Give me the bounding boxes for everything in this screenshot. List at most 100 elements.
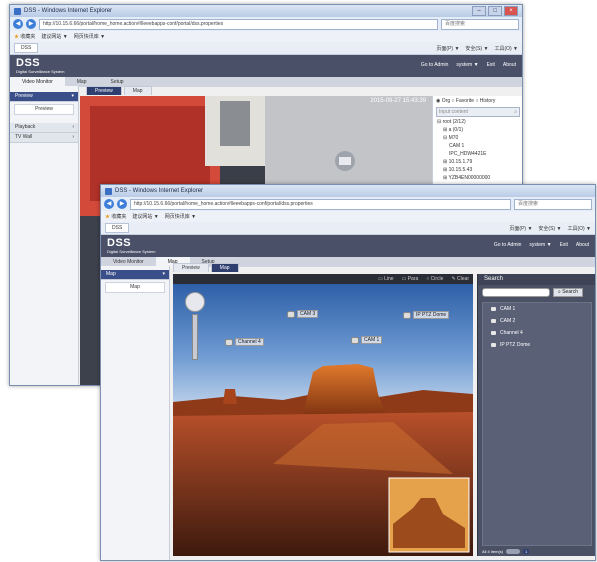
tree-row[interactable]: ⊟ root (2/12) <box>433 118 522 126</box>
front-titlebar: DSS - Windows Internet Explorer <box>101 185 595 197</box>
back-address-bar: ◀ ▶ http://10.15.6.66/portal/home_home.a… <box>10 17 522 31</box>
map-panel[interactable]: ▭ Line ▭ Para ○ Circle ✎ Clear CAM 3 IP … <box>173 274 473 556</box>
map-image <box>173 284 473 556</box>
star-icon: ★ <box>14 34 20 40</box>
back-left-pane: Preview ▾ Preview Playback › TV Wall › <box>10 86 79 385</box>
back-nav-icon[interactable]: ◀ <box>104 199 114 209</box>
tree-row[interactable]: ⊟ M70 <box>433 134 522 142</box>
chevron-right-icon: › <box>72 124 74 130</box>
favorites-button[interactable]: ★ 收藏夹 <box>105 213 126 220</box>
back-url-field[interactable]: http://10.15.6.66/portal/home_home.actio… <box>39 18 438 30</box>
safety-menu[interactable]: 安全(S) ▼ <box>538 225 561 232</box>
list-item[interactable]: CAM 2 <box>483 315 591 327</box>
subtab-preview[interactable]: Preview <box>86 86 122 95</box>
group-playback[interactable]: Playback › <box>10 123 78 133</box>
map-marker-ip-ptz-dome[interactable]: IP PTZ Dome <box>403 311 450 319</box>
go-to-admin-link[interactable]: Go to Admin <box>494 242 522 248</box>
tools-menu[interactable]: 工具(O) ▼ <box>494 45 518 52</box>
tools-menu[interactable]: 工具(O) ▼ <box>567 225 591 232</box>
front-url-field[interactable]: http://10.15.6.66/portal/home_home.actio… <box>130 198 511 210</box>
dss-subtitle: Digital Surveillance System <box>16 69 65 74</box>
safety-menu[interactable]: 安全(S) ▼ <box>465 45 488 52</box>
go-to-admin-link[interactable]: Go to Admin <box>421 62 449 68</box>
suggested-sites-button[interactable]: 建议网站 ▼ <box>132 213 158 220</box>
list-item[interactable]: Channel 4 <box>483 327 591 339</box>
back-window-title: DSS - Windows Internet Explorer <box>24 8 113 14</box>
map-marker-cam-1[interactable]: CAM 1 <box>351 336 383 344</box>
line-tool[interactable]: ▭ Line <box>378 276 394 282</box>
tree-row[interactable]: ⊞ 10.15.1.79 <box>433 158 522 166</box>
radio-favorite[interactable]: ○ Favorite <box>452 98 474 104</box>
back-favorites-bar: ★ 收藏夹 建议网站 ▼ 网页快讯库 ▼ <box>10 31 522 42</box>
dss-logo: DSS <box>107 237 132 249</box>
tree-search-input[interactable]: Input content ⌕ <box>436 107 520 117</box>
tree-row[interactable]: IPC_HDW4421E <box>433 150 522 158</box>
web-slice-button[interactable]: 网页快讯库 ▼ <box>165 213 196 220</box>
web-slice-button[interactable]: 网页快讯库 ▼ <box>74 33 105 40</box>
about-link[interactable]: About <box>503 62 516 68</box>
pager-prev[interactable] <box>506 549 521 554</box>
back-tab-dss[interactable]: DSS <box>14 43 39 53</box>
front-search-field[interactable]: 百度搜索 <box>514 198 592 210</box>
circle-tool[interactable]: ○ Circle <box>426 276 443 282</box>
pan-control[interactable] <box>185 292 205 312</box>
radio-org[interactable]: ◉ Org <box>436 98 450 104</box>
tree-row[interactable]: ⊞ a (0/1) <box>433 126 522 134</box>
search-panel: Search ⌕ Search CAM 1 CAM 2 Channel 4 IP… <box>477 274 595 556</box>
list-item[interactable]: CAM 1 <box>483 303 591 315</box>
system-menu[interactable]: system ▼ <box>456 62 478 68</box>
back-search-field[interactable]: 百度搜索 <box>441 18 519 30</box>
suggested-sites-button[interactable]: 建议网站 ▼ <box>41 33 67 40</box>
page-menu[interactable]: 页面(P) ▼ <box>509 225 532 232</box>
camera-icon <box>287 310 295 318</box>
chevron-down-icon: ▾ <box>71 93 74 99</box>
pager-page[interactable]: 1 <box>523 549 530 554</box>
search-tab[interactable]: Search <box>478 274 595 285</box>
group-preview[interactable]: Preview ▾ <box>10 92 78 102</box>
tree-row[interactable]: CAM 1 <box>433 142 522 150</box>
map-item[interactable]: Map <box>105 282 165 293</box>
forward-nav-icon[interactable]: ▶ <box>117 199 127 209</box>
search-button[interactable]: ⌕ Search <box>553 288 584 297</box>
zoom-slider[interactable] <box>192 314 198 360</box>
system-menu[interactable]: system ▼ <box>529 242 551 248</box>
forward-nav-icon[interactable]: ▶ <box>26 19 36 29</box>
ie-icon <box>14 7 21 15</box>
back-subtabs: Preview Map <box>86 86 152 95</box>
exit-link[interactable]: Exit <box>560 242 568 248</box>
front-left-pane: Map ▾ Map <box>101 266 170 560</box>
camera-icon <box>491 331 496 335</box>
preview-item[interactable]: Preview <box>14 104 74 115</box>
subtab-preview[interactable]: Preview <box>173 263 209 272</box>
pager-label: All 4 item(s) <box>482 549 504 554</box>
subtab-map[interactable]: Map <box>210 263 239 272</box>
camera-icon <box>491 307 496 311</box>
maximize-icon[interactable]: □ <box>488 6 502 16</box>
map-marker-channel-4[interactable]: Channel 4 <box>225 338 264 346</box>
back-titlebar: DSS - Windows Internet Explorer – □ × <box>10 5 522 17</box>
map-marker-cam-3[interactable]: CAM 3 <box>287 310 319 318</box>
clear-tool[interactable]: ✎ Clear <box>451 276 469 282</box>
favorites-button[interactable]: ★ 收藏夹 <box>14 33 35 40</box>
search-input[interactable] <box>482 288 550 297</box>
chevron-down-icon: ▾ <box>162 271 165 277</box>
camera-icon <box>351 336 359 344</box>
radio-history[interactable]: ○ History <box>475 98 495 104</box>
tree-row[interactable]: ⊞ 10.15.5.43 <box>433 166 522 174</box>
tree-row[interactable]: ⊞ YZB4EN00000000 <box>433 174 522 182</box>
front-tab-dss[interactable]: DSS <box>105 223 130 233</box>
page-menu[interactable]: 页面(P) ▼ <box>436 45 459 52</box>
search-icon[interactable]: ⌕ <box>514 108 519 116</box>
group-tv-wall[interactable]: TV Wall › <box>10 133 78 143</box>
list-item[interactable]: IP PTZ Dome <box>483 339 591 351</box>
exit-link[interactable]: Exit <box>487 62 495 68</box>
close-icon[interactable]: × <box>504 6 518 16</box>
ie-icon <box>105 187 112 195</box>
minimize-icon[interactable]: – <box>472 6 486 16</box>
para-tool[interactable]: ▭ Para <box>402 276 419 282</box>
about-link[interactable]: About <box>576 242 589 248</box>
back-nav-icon[interactable]: ◀ <box>13 19 23 29</box>
group-map[interactable]: Map ▾ <box>101 270 169 280</box>
subtab-map[interactable]: Map <box>123 86 152 95</box>
video-timestamp: 2015-09-27 15:43:39 <box>370 98 426 104</box>
